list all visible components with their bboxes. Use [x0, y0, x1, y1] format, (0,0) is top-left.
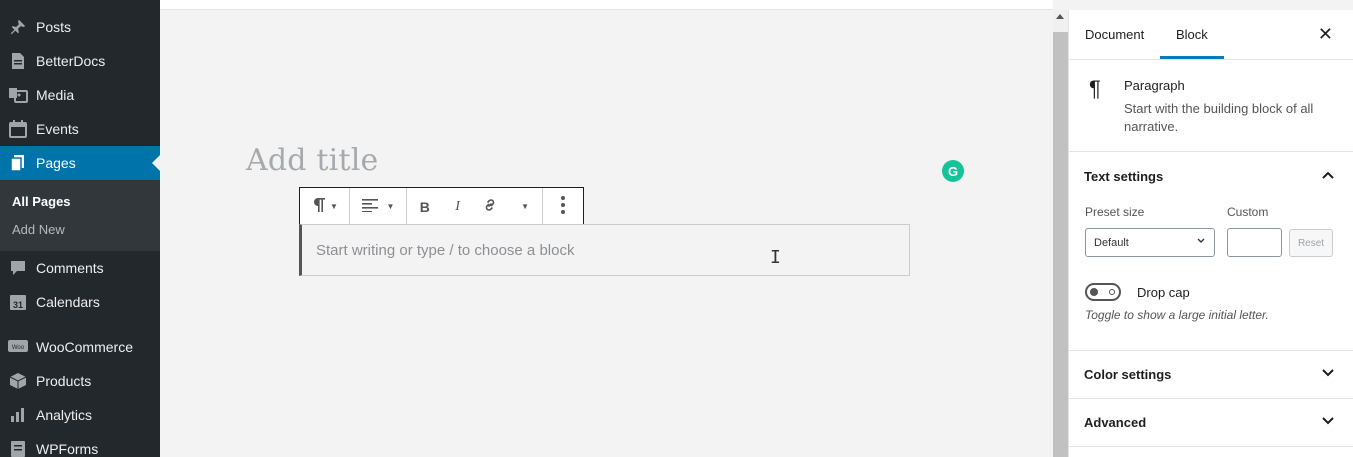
post-title-input[interactable]: Add title [246, 143, 378, 178]
preset-size-value: Default [1094, 236, 1129, 249]
menu-item-posts[interactable]: Posts [0, 10, 160, 44]
reset-button[interactable]: Reset [1289, 229, 1333, 257]
tab-block[interactable]: Block [1160, 27, 1224, 59]
block-switcher-group: ▼ [300, 188, 350, 225]
bar-chart-icon [0, 407, 36, 423]
italic-button[interactable]: I [443, 188, 473, 225]
link-button[interactable] [473, 188, 509, 225]
block-card-title: Paragraph [1124, 78, 1185, 93]
more-options-button[interactable] [543, 188, 583, 225]
woo-icon: Woo [0, 340, 36, 354]
link-icon [482, 197, 498, 216]
advanced-toggle[interactable]: Advanced [1069, 399, 1353, 447]
toggle-off-indicator [1109, 289, 1115, 295]
menu-item-analytics[interactable]: Analytics [0, 398, 160, 432]
close-icon[interactable]: ✕ [1318, 24, 1333, 45]
chevron-down-icon: ▼ [330, 202, 338, 211]
align-left-icon [361, 198, 378, 215]
comment-icon [0, 259, 36, 277]
menu-label-comments: Comments [36, 260, 104, 276]
editor-canvas: Add title G ▼ ▼ B I ▼ Start writing or t… [160, 10, 1053, 457]
menu-item-comments[interactable]: Comments [0, 251, 160, 285]
media-icon [0, 86, 36, 104]
preset-size-label: Preset size [1085, 205, 1145, 219]
custom-size-label: Custom [1227, 205, 1269, 219]
menu-item-media[interactable]: Media [0, 78, 160, 112]
menu-label-calendars: Calendars [36, 294, 100, 310]
chevron-down-icon: ▼ [386, 202, 395, 211]
menu-item-events[interactable]: Events [0, 112, 160, 146]
drop-cap-toggle[interactable] [1085, 283, 1121, 301]
menu-item-wpforms[interactable]: WPForms [0, 432, 160, 457]
drop-cap-label: Drop cap [1137, 285, 1190, 300]
menu-label-events: Events [36, 121, 79, 137]
menu-label-woocommerce: WooCommerce [36, 339, 133, 355]
more-formats-button[interactable]: ▼ [508, 188, 542, 225]
color-settings-title: Color settings [1084, 367, 1172, 382]
editor-header-edge [160, 0, 1053, 10]
chevron-down-icon [1321, 414, 1335, 429]
pages-submenu: All Pages Add New [0, 180, 160, 251]
block-switcher-button[interactable]: ▼ [300, 188, 349, 225]
bold-button[interactable]: B [407, 188, 443, 225]
alignment-group: ▼ [350, 188, 407, 225]
scrollbar-thumb[interactable] [1053, 32, 1068, 457]
menu-label-analytics: Analytics [36, 407, 93, 423]
color-settings-toggle[interactable]: Color settings [1069, 351, 1353, 399]
submenu-add-new[interactable]: Add New [12, 222, 65, 237]
chevron-down-icon [1196, 236, 1206, 249]
tab-document[interactable]: Document [1085, 27, 1144, 42]
more-options-group [543, 188, 583, 225]
calendar-day-number: 31 [13, 300, 23, 310]
docs-icon [0, 52, 36, 70]
pin-icon [0, 18, 36, 36]
menu-item-betterdocs[interactable]: BetterDocs [0, 44, 160, 78]
menu-label-betterdocs: BetterDocs [36, 53, 106, 69]
menu-item-woocommerce[interactable]: Woo WooCommerce [0, 330, 160, 364]
block-toolbar: ▼ ▼ B I ▼ [299, 187, 584, 225]
drop-cap-help: Toggle to show a large initial letter. [1085, 308, 1269, 322]
calendar-icon [0, 120, 36, 138]
menu-label-pages: Pages [36, 155, 76, 171]
calendar-31-icon: 31 [0, 293, 36, 311]
toggle-knob [1090, 288, 1098, 296]
paragraph-icon [311, 196, 327, 217]
settings-sidebar: Document Block ✕ ¶ Paragraph Start with … [1068, 10, 1353, 457]
text-settings-toggle[interactable]: Text settings [1084, 169, 1163, 184]
sidebar-tabs: Document Block ✕ [1069, 10, 1353, 60]
menu-label-products: Products [36, 373, 92, 389]
chevron-up-icon[interactable] [1321, 168, 1335, 183]
menu-label-media: Media [36, 87, 75, 103]
text-cursor-icon: I [770, 247, 781, 268]
form-icon [0, 440, 36, 457]
woo-badge-text: Woo [12, 345, 25, 351]
block-card: ¶ Paragraph Start with the building bloc… [1069, 60, 1353, 152]
paragraph-block-input[interactable]: Start writing or type / to choose a bloc… [299, 224, 910, 276]
scroll-up-icon[interactable] [1056, 14, 1064, 19]
text-settings-panel: Text settings Preset size Custom Default… [1069, 152, 1353, 351]
menu-item-products[interactable]: Products [0, 364, 160, 398]
paragraph-icon: ¶ [1089, 76, 1101, 101]
more-vertical-icon [560, 195, 566, 218]
menu-label-posts: Posts [36, 19, 72, 35]
box-icon [0, 372, 36, 390]
pages-icon [0, 154, 36, 172]
preset-size-select[interactable]: Default [1085, 228, 1215, 257]
admin-sidebar: Posts BetterDocs Media Events Pages All … [0, 0, 160, 457]
editor-scrollbar[interactable] [1053, 10, 1068, 457]
format-group: B I ▼ [407, 188, 543, 225]
custom-size-input[interactable] [1227, 228, 1282, 257]
grammarly-icon[interactable]: G [942, 160, 964, 182]
text-align-button[interactable]: ▼ [350, 188, 406, 225]
menu-label-wpforms: WPForms [36, 441, 99, 457]
submenu-all-pages[interactable]: All Pages [12, 194, 71, 209]
advanced-title: Advanced [1084, 415, 1147, 430]
menu-item-calendars[interactable]: 31 Calendars [0, 285, 160, 319]
chevron-down-icon [1321, 366, 1335, 381]
menu-item-pages[interactable]: Pages [0, 146, 160, 180]
chevron-down-icon: ▼ [521, 202, 530, 211]
block-card-description: Start with the building block of all nar… [1124, 101, 1314, 134]
